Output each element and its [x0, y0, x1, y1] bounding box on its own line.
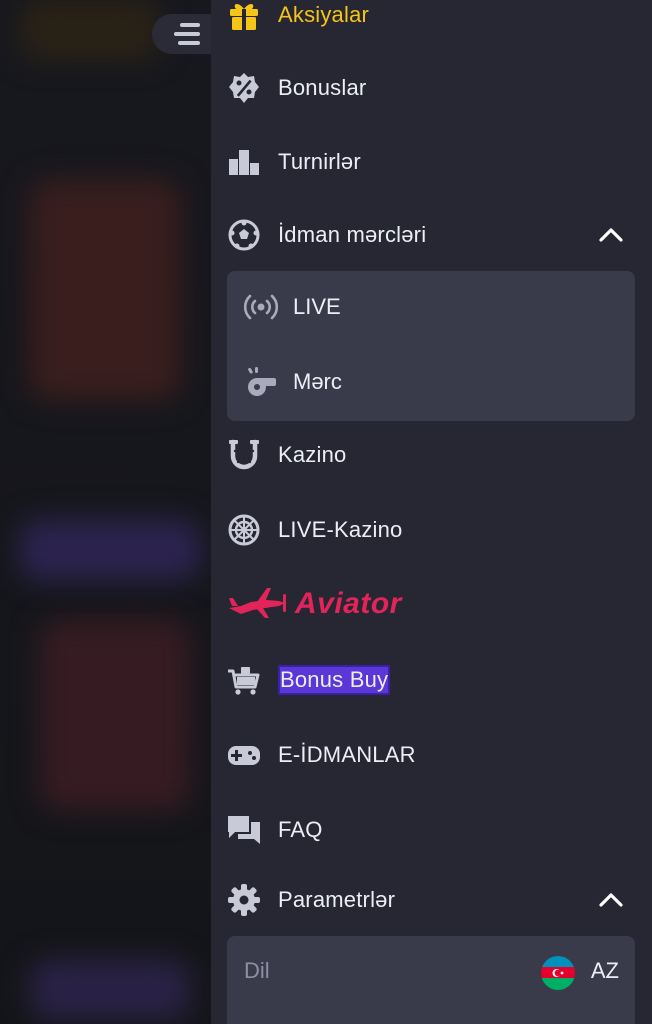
soccer-ball-icon	[227, 218, 261, 252]
menu-item-label: E-İDMANLAR	[278, 742, 416, 767]
menu-item-aksiyalar[interactable]: Aksiyalar	[227, 0, 636, 40]
blurred-shape	[20, 520, 200, 580]
menu-item-label: Parametrlər	[278, 887, 396, 912]
blurred-shape	[30, 960, 190, 1020]
menu-item-parametrler[interactable]: Parametrlər	[227, 875, 636, 925]
blurred-shape	[40, 620, 190, 810]
menu-item-turnirler[interactable]: Turnirlər	[227, 137, 636, 187]
gift-icon	[227, 0, 261, 32]
menu-item-label: Bonuslar	[278, 75, 367, 100]
chat-bubbles-icon	[227, 813, 261, 847]
gamepad-icon	[227, 738, 261, 772]
menu-item-bonuslar[interactable]: Bonuslar	[227, 63, 636, 113]
language-label: Dil	[244, 958, 270, 983]
shopping-cart-icon	[227, 663, 261, 697]
roulette-icon	[227, 513, 261, 547]
gear-icon	[227, 883, 261, 917]
menu-item-live-kazino[interactable]: LIVE-Kazino	[227, 505, 636, 555]
menu-item-label: LIVE-Kazino	[278, 517, 403, 542]
chevron-up-icon[interactable]	[598, 224, 624, 246]
azerbaijan-flag-icon	[541, 956, 575, 990]
horseshoe-icon	[227, 438, 261, 472]
menu-toggle-button[interactable]	[152, 14, 212, 54]
percent-badge-icon	[227, 71, 261, 105]
side-menu-panel: Aksiyalar Bonuslar Turnirlər İdman mərcl…	[211, 0, 652, 1024]
whistle-icon	[243, 364, 279, 400]
submenu-item-merc[interactable]: Mərc	[243, 360, 619, 404]
submenu-item-label: LIVE	[293, 294, 341, 319]
sports-submenu: LIVE Mərc	[227, 271, 635, 421]
menu-item-kazino[interactable]: Kazino	[227, 430, 636, 480]
language-code: AZ	[590, 958, 619, 983]
blurred-shape	[30, 180, 180, 400]
podium-icon	[227, 145, 261, 179]
menu-item-aviator[interactable]: Aviator	[227, 580, 636, 628]
menu-item-idman-mercleri[interactable]: İdman mərcləri	[227, 210, 636, 260]
menu-item-label: Bonus Buy	[278, 665, 391, 695]
broadcast-icon	[243, 289, 279, 325]
menu-item-label: Kazino	[278, 442, 347, 467]
menu-item-e-idmanlar[interactable]: E-İDMANLAR	[227, 730, 636, 780]
menu-item-label: Turnirlər	[278, 149, 361, 174]
blurred-shape	[20, 0, 160, 60]
chevron-up-icon[interactable]	[598, 889, 624, 911]
aviator-logo-text: Aviator	[295, 587, 402, 620]
menu-item-label: İdman mərcləri	[278, 222, 427, 247]
menu-item-bonus-buy[interactable]: Bonus Buy	[227, 655, 636, 705]
submenu-item-live[interactable]: LIVE	[243, 285, 619, 329]
menu-item-label: Aksiyalar	[278, 2, 370, 27]
blurred-background	[0, 0, 211, 1024]
aviator-plane-icon	[227, 584, 289, 624]
menu-item-label: FAQ	[278, 817, 323, 842]
language-selector[interactable]: Dil AZ	[227, 936, 635, 1024]
submenu-item-label: Mərc	[293, 369, 342, 394]
hamburger-icon	[174, 22, 200, 46]
menu-item-faq[interactable]: FAQ	[227, 805, 636, 855]
